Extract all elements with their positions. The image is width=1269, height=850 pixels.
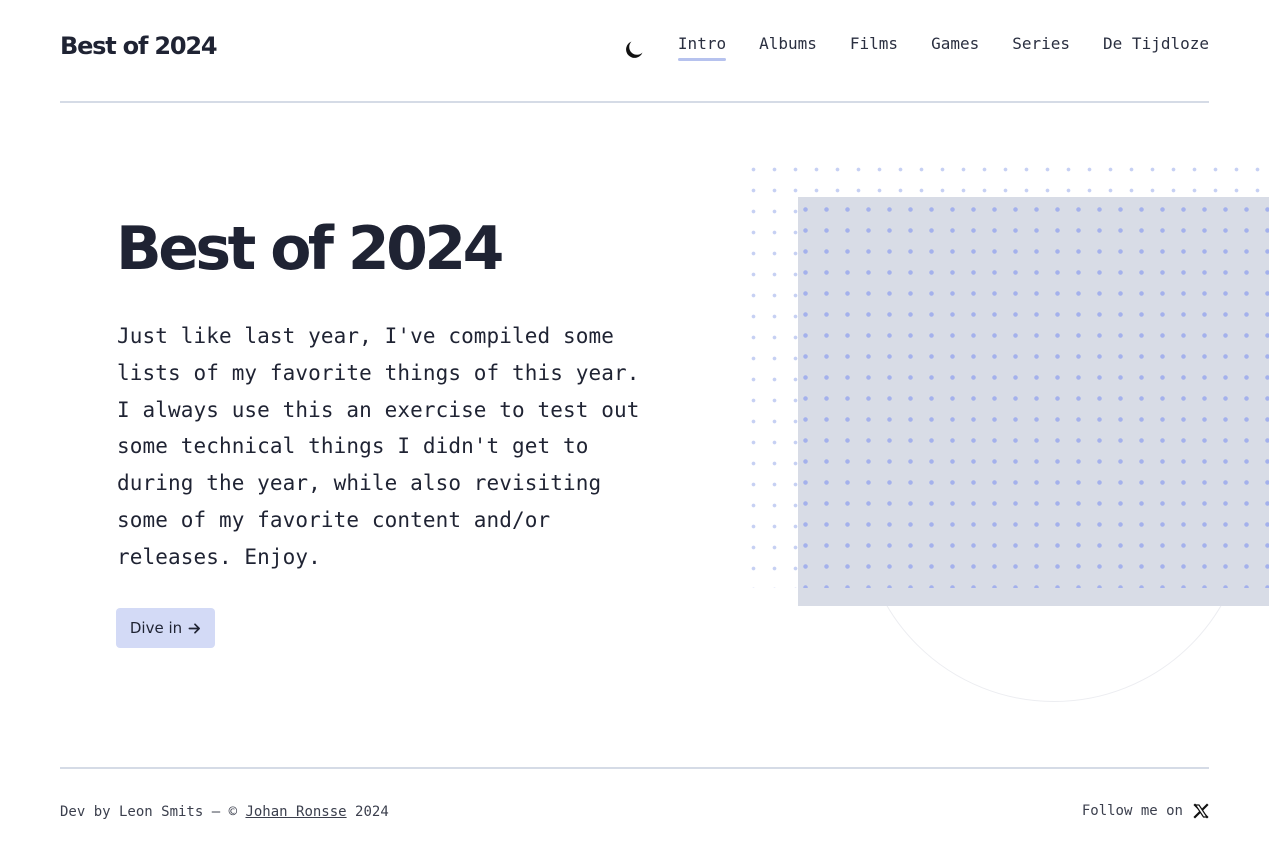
dive-in-button[interactable]: Dive in: [116, 608, 215, 648]
credit-year: 2024: [355, 804, 389, 820]
dot-pattern-overlay: [798, 197, 1269, 588]
site-header: Best of 2024 Intro Albums Films Games Se…: [60, 0, 1209, 103]
nav-item-intro[interactable]: Intro: [677, 34, 727, 61]
x-logo-icon[interactable]: [1193, 803, 1209, 819]
hero-illustration: [748, 160, 1269, 705]
author-link[interactable]: Johan Ronsse: [245, 804, 346, 820]
nav-item-films[interactable]: Films: [850, 34, 898, 61]
main-nav: Intro Albums Films Games Series De Tijdl…: [645, 34, 1209, 61]
page: Best of 2024 Intro Albums Films Games Se…: [0, 0, 1269, 850]
arrow-right-icon: [188, 622, 201, 634]
nav-item-series[interactable]: Series: [1012, 34, 1070, 61]
site-title[interactable]: Best of 2024: [60, 32, 218, 60]
nav-item-games[interactable]: Games: [931, 34, 979, 61]
nav-item-de-tijdloze[interactable]: De Tijdloze: [1103, 34, 1209, 61]
hero-intro-text: Just like last year, I've compiled some …: [117, 324, 640, 569]
follow-label: Follow me on: [1081, 803, 1183, 819]
dive-in-label: Dive in: [129, 619, 183, 637]
credit-prefix: Dev by Leon Smits – ©: [60, 804, 238, 820]
site-footer: Dev by Leon Smits – © Johan Ronsse 2024 …: [60, 767, 1209, 850]
hero-title: Best of 2024: [116, 214, 504, 284]
moon-icon[interactable]: [622, 38, 646, 62]
footer-credit: Dev by Leon Smits – © Johan Ronsse 2024: [60, 804, 389, 820]
nav-item-albums[interactable]: Albums: [759, 34, 817, 61]
follow-section: Follow me on: [1082, 803, 1209, 819]
